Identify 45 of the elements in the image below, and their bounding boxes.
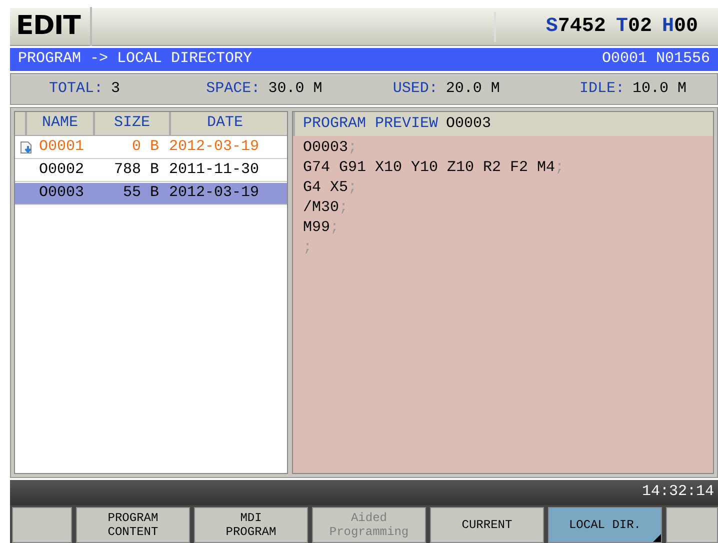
code-line: ; [303, 238, 312, 258]
code-line: G74 G91 X10 Y10 Z10 R2 F2 M4; [303, 158, 564, 178]
softkey[interactable]: PROGRAM CONTENT [76, 507, 190, 543]
file-date: 2012-03-19 [169, 137, 260, 158]
program-number: O0001 N01556 [602, 49, 710, 70]
spindle-status: S7452 [546, 14, 606, 40]
column-header: SIZE [93, 112, 169, 135]
file-download-icon [20, 140, 34, 154]
file-date: 2011-11-30 [169, 160, 260, 180]
breadcrumb: PROGRAM -> LOCAL DIRECTORY [18, 49, 252, 70]
file-row[interactable]: O0002 788 B 2011-11-30 [15, 160, 287, 182]
file-size: 788 B [112, 160, 159, 180]
softkey[interactable]: LOCAL DIR. [548, 507, 662, 543]
code-line: G4 X5; [303, 178, 358, 198]
clock: 14:32:14 [642, 482, 714, 502]
corner-triangle-icon [653, 534, 661, 542]
info-value: 10.0 M [632, 78, 686, 99]
preview-label: PROGRAM PREVIEW [303, 114, 438, 134]
softkey[interactable]: MDI PROGRAM [194, 507, 308, 543]
file-size: 0 B [130, 137, 159, 158]
file-name: O0002 [39, 160, 86, 180]
file-name: O0003 [39, 183, 86, 204]
info-value: 20.0 M [446, 78, 500, 99]
info-label: USED: [392, 78, 438, 99]
code-line: M99; [303, 218, 340, 238]
softkey[interactable] [666, 507, 718, 543]
spindle-status: H00 [662, 14, 698, 40]
softkey[interactable] [12, 507, 72, 543]
file-date: 2012-03-19 [169, 183, 260, 204]
column-header: DATE [169, 112, 279, 135]
info-label: TOTAL: [49, 78, 104, 99]
column-header: NAME [25, 112, 93, 135]
info-label: IDLE: [579, 78, 624, 99]
preview-program: O0003 [446, 114, 492, 134]
file-size: 55 B [122, 183, 159, 204]
code-line: O0003; [303, 138, 358, 158]
spindle-status: T02 [616, 14, 652, 40]
info-label: SPACE: [206, 78, 260, 99]
file-row[interactable]: O0003 55 B 2012-03-19 [15, 183, 287, 205]
softkey[interactable]: CURRENT [430, 507, 544, 543]
file-name: O0001 [39, 137, 86, 158]
info-value: 3 [111, 78, 120, 99]
mode-label: EDIT [10, 7, 92, 46]
code-line: /M30; [303, 198, 348, 218]
info-value: 30.0 M [268, 78, 322, 99]
